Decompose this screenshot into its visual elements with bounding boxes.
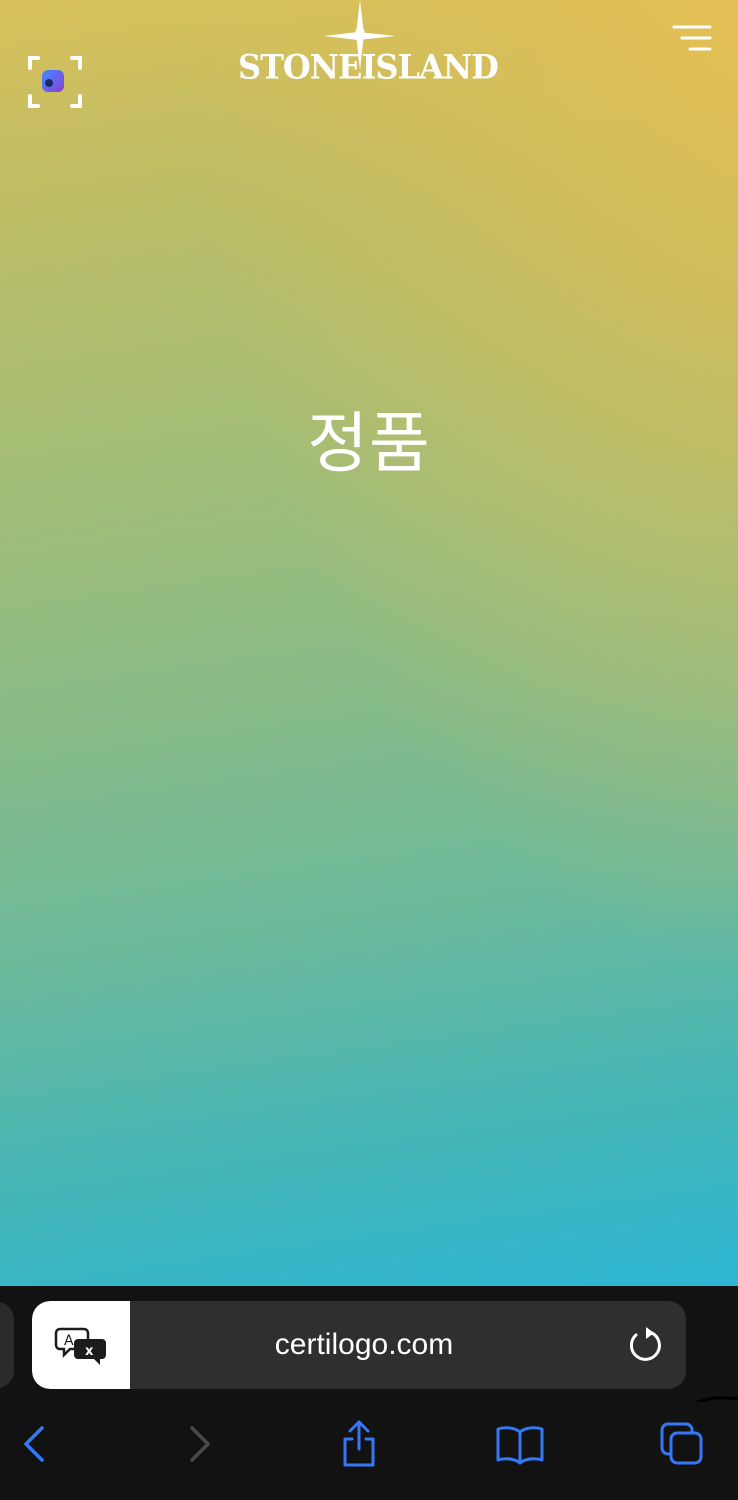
- authenticity-result: 정품: [307, 405, 431, 482]
- svg-text:A: A: [64, 1333, 74, 1349]
- translate-icon: A x: [54, 1327, 106, 1365]
- screen: STONE ISLAND 정품 A x certilogo.com: [0, 0, 738, 1500]
- url-text[interactable]: certilogo.com: [130, 1301, 594, 1389]
- book-icon: [496, 1426, 544, 1465]
- svg-text:x: x: [85, 1344, 94, 1359]
- menu-icon[interactable]: [670, 22, 714, 56]
- back-button[interactable]: [4, 1414, 64, 1474]
- previous-tab-peek[interactable]: [0, 1302, 14, 1388]
- share-button[interactable]: [329, 1414, 389, 1474]
- scan-icon[interactable]: [22, 50, 88, 114]
- bookmarks-button[interactable]: [490, 1414, 550, 1474]
- logo-word-stone: STONE: [238, 47, 362, 87]
- tabs-icon: [660, 1422, 703, 1465]
- tabs-button[interactable]: [652, 1414, 712, 1474]
- logo-word-island: ISLAND: [361, 47, 498, 87]
- chevron-left-icon: [24, 1426, 44, 1462]
- address-bar[interactable]: A x certilogo.com: [32, 1301, 686, 1389]
- forward-button[interactable]: [170, 1414, 230, 1474]
- stone-island-logo[interactable]: STONE ISLAND: [238, 0, 499, 100]
- web-content: STONE ISLAND 정품: [0, 0, 738, 1286]
- chevron-right-icon: [190, 1426, 210, 1462]
- reload-icon[interactable]: [622, 1323, 666, 1367]
- share-icon: [343, 1420, 375, 1467]
- browser-toolbar: [0, 1402, 738, 1500]
- translate-button[interactable]: A x: [32, 1301, 130, 1389]
- logo-wordmark: STONE ISLAND: [238, 47, 499, 87]
